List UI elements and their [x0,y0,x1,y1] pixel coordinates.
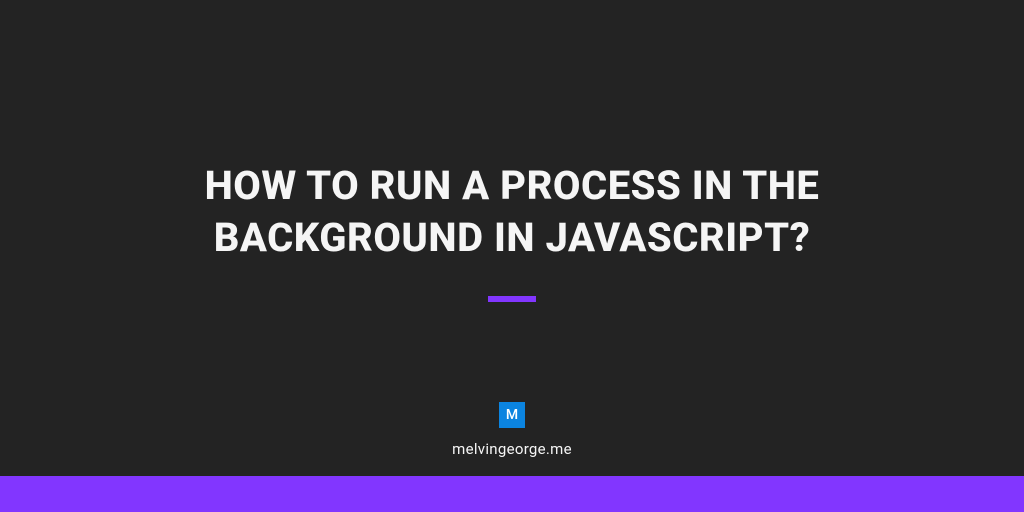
accent-divider [488,296,536,302]
footer-section: M melvingeorge.me [0,402,1024,458]
card-container: HOW TO RUN A PROCESS IN THE BACKGROUND I… [0,0,1024,512]
logo-letter: M [506,407,518,423]
logo-badge: M [499,402,525,428]
bottom-accent-bar [0,476,1024,512]
article-title: HOW TO RUN A PROCESS IN THE BACKGROUND I… [122,160,902,264]
site-name-label: melvingeorge.me [452,440,572,458]
